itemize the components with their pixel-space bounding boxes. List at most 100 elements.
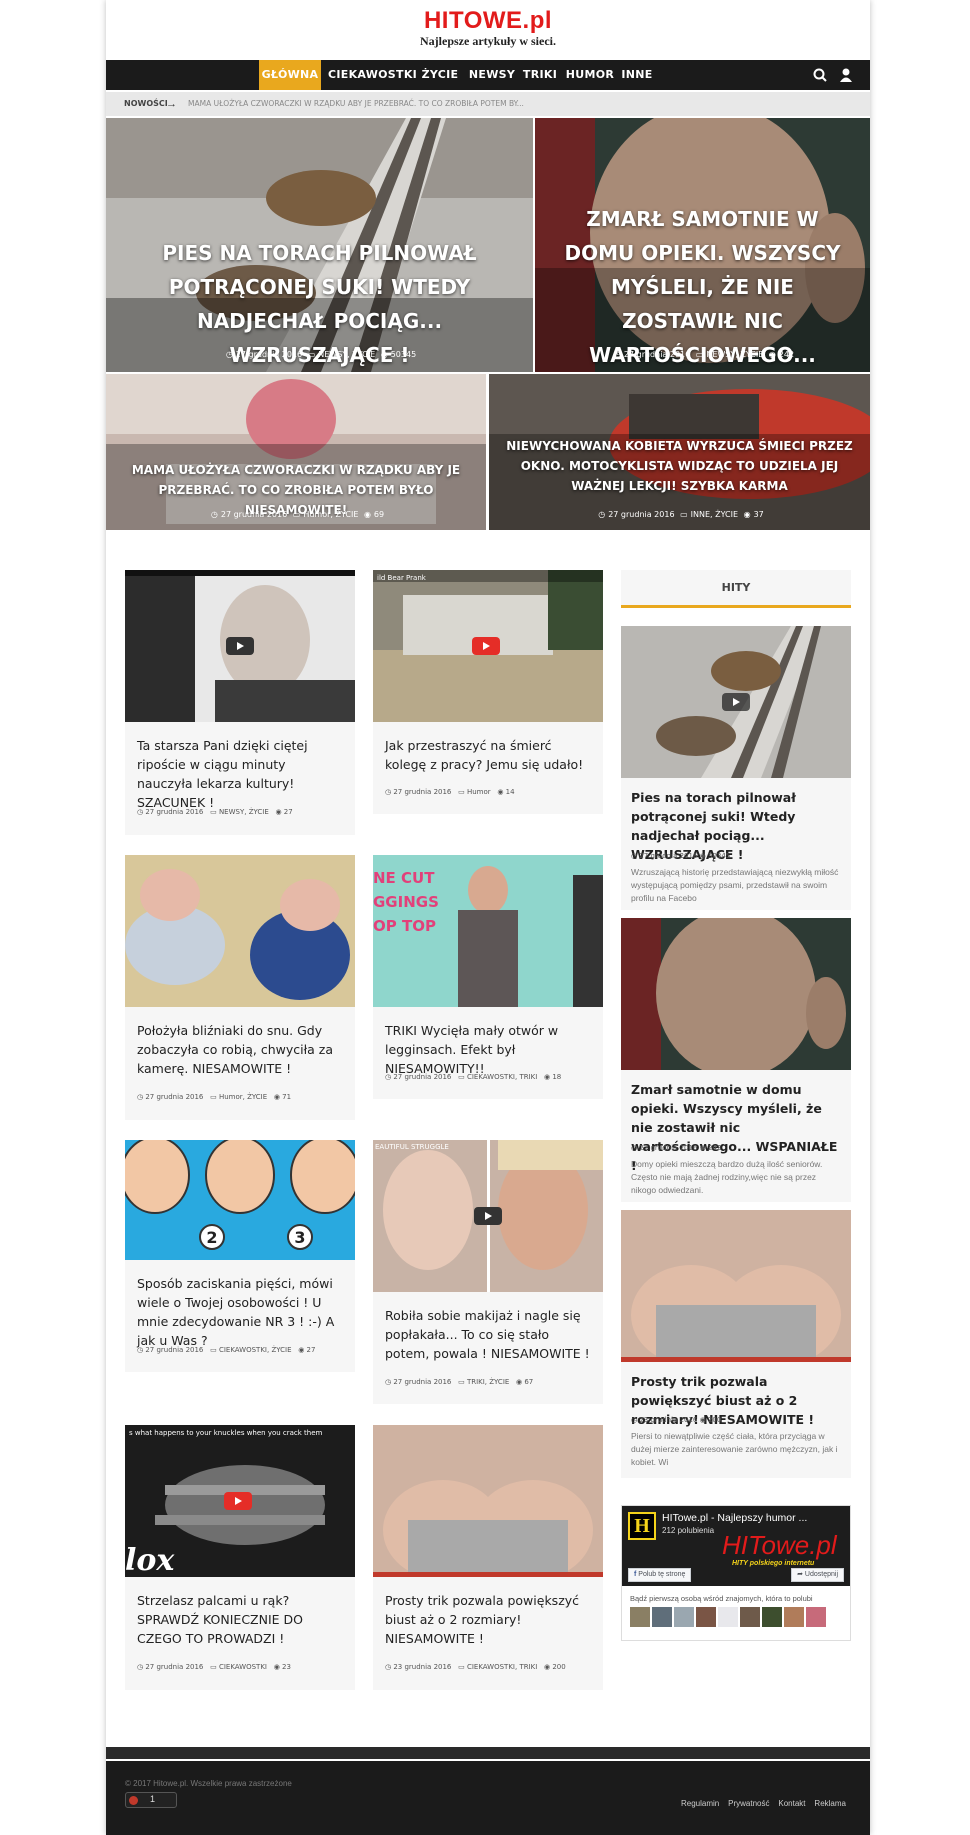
nav-item-humor[interactable]: HUMOR xyxy=(564,60,616,90)
article-categories[interactable]: Humor xyxy=(467,788,491,796)
logo-title[interactable]: HITOWE.pl xyxy=(106,8,870,34)
article-categories[interactable]: CIEKAWOSTKI xyxy=(219,1663,267,1671)
visitor-counter[interactable]: 1 xyxy=(125,1792,177,1808)
nav-item-glowna[interactable]: GŁÓWNA xyxy=(259,60,321,90)
footer-link-regulamin[interactable]: Regulamin xyxy=(681,1799,719,1808)
nav-item-ciekawostki[interactable]: CIEKAWOSTKI xyxy=(328,60,417,90)
hit-views: 200 xyxy=(707,1416,722,1424)
article-card[interactable]: EAUTIFUL STRUGGLE Robiła sobie makijaż i… xyxy=(373,1140,603,1404)
avatar[interactable] xyxy=(718,1607,738,1627)
hit-item[interactable]: Zmarł samotnie w domu opieki. Wszyscy my… xyxy=(621,908,851,1202)
fb-page-avatar[interactable]: H xyxy=(628,1512,656,1540)
hit-item[interactable]: Pies na torach pilnował potrąconej suki!… xyxy=(621,626,851,910)
nav-item-zycie[interactable]: ŻYCIE xyxy=(415,60,465,90)
footer-link-kontakt[interactable]: Kontakt xyxy=(778,1799,805,1808)
user-icon[interactable] xyxy=(838,67,854,83)
youtube-play-icon[interactable] xyxy=(472,637,500,655)
play-icon[interactable] xyxy=(474,1207,502,1225)
page-container: HITOWE.pl Najlepsze artykuły w sieci. GŁ… xyxy=(106,0,870,1835)
hero-categories[interactable]: NEWSY, ŻYCIE xyxy=(318,350,375,359)
article-categories[interactable]: NEWSY, ŻYCIE xyxy=(219,808,269,816)
hero-title[interactable]: NIEWYCHOWANA KOBIETA WYRZUCA ŚMIECI PRZE… xyxy=(499,436,860,496)
article-card[interactable]: 2 3 Sposób zaciskania pięści, mówi wiele… xyxy=(125,1140,355,1372)
hero-title[interactable]: ZMARŁ SAMOTNIE W DOMU OPIEKI. WSZYSCY MY… xyxy=(555,202,850,372)
hero-tile-old-man[interactable]: ZMARŁ SAMOTNIE W DOMU OPIEKI. WSZYSCY MY… xyxy=(535,118,870,372)
hero-categories[interactable]: INNE, ŻYCIE xyxy=(691,510,738,519)
article-card[interactable]: Ta starsza Pani dzięki ciętej ripoście w… xyxy=(125,570,355,835)
hit-item[interactable]: Prosty trik pozwala powiększyć biust aż … xyxy=(621,1210,851,1478)
footer-link-prywatnosc[interactable]: Prywatność xyxy=(728,1799,769,1808)
hero-categories[interactable]: Humor, ŻYCIE xyxy=(303,510,358,519)
fb-share-button[interactable]: ➦ Udostępnij xyxy=(791,1568,844,1582)
avatar[interactable] xyxy=(630,1607,650,1627)
site-logo[interactable]: HITOWE.pl Najlepsze artykuły w sieci. xyxy=(106,8,870,49)
article-title[interactable]: Ta starsza Pani dzięki ciętej ripoście w… xyxy=(137,736,343,812)
hit-views: 50345 xyxy=(707,852,731,860)
hero-tile-car[interactable]: NIEWYCHOWANA KOBIETA WYRZUCA ŚMIECI PRZE… xyxy=(489,374,870,530)
hero-tile-quadruplets[interactable]: MAMA UŁOŻYŁA CZWORACZKI W RZĄDKU ABY JE … xyxy=(106,374,486,530)
hero-meta: ◷ 27 grudnia 2016 ▭ Humor, ŻYCIE ◉ 69 xyxy=(106,510,486,519)
article-categories[interactable]: TRIKI, ŻYCIE xyxy=(467,1378,509,1386)
play-icon[interactable] xyxy=(722,693,750,711)
hit-meta: ◷ 23 grudnia 2016 ◉ 200 xyxy=(631,1416,721,1424)
video-caption: ild Bear Prank xyxy=(377,574,427,582)
article-categories[interactable]: Humor, ŻYCIE xyxy=(219,1093,267,1101)
share-icon: ➦ xyxy=(797,1571,803,1578)
article-categories[interactable]: CIEKAWOSTKI, TRIKI xyxy=(467,1663,537,1671)
avatar[interactable] xyxy=(652,1607,672,1627)
article-title[interactable]: Prosty trik pozwala powiększyć biust aż … xyxy=(385,1591,591,1648)
clock-icon: ◷ xyxy=(225,350,233,359)
nav-item-newsy[interactable]: NEWSY xyxy=(467,60,517,90)
hero-date: 27 grudnia 2016 xyxy=(220,510,288,519)
hit-thumbnail[interactable] xyxy=(621,1210,851,1365)
fb-like-button[interactable]: f Polub tę stronę xyxy=(628,1568,692,1582)
avatar[interactable] xyxy=(674,1607,694,1627)
article-thumbnail[interactable]: NE CUT GGINGS OP TOP xyxy=(373,855,603,1007)
news-ticker: NOWOŚCI → MAMA UŁOŻYŁA CZWORACZKI W RZĄD… xyxy=(106,92,870,116)
youtube-play-icon[interactable] xyxy=(224,1492,252,1510)
article-thumbnail[interactable] xyxy=(125,855,355,1007)
folder-icon: ▭ xyxy=(458,1073,465,1081)
article-title[interactable]: Sposób zaciskania pięści, mówi wiele o T… xyxy=(137,1274,343,1350)
article-card[interactable]: Prosty trik pozwala powiększyć biust aż … xyxy=(373,1425,603,1690)
nav-item-inne[interactable]: INNE xyxy=(618,60,656,90)
article-title[interactable]: Jak przestraszyć na śmierć kolegę z prac… xyxy=(385,736,591,774)
article-card[interactable]: Położyła bliźniaki do snu. Gdy zobaczyła… xyxy=(125,855,355,1120)
hit-thumbnail[interactable] xyxy=(621,908,851,1078)
article-title[interactable]: Położyła bliźniaki do snu. Gdy zobaczyła… xyxy=(137,1021,343,1078)
facebook-widget: H HITowe.pl - Najlepszy humor ... 212 po… xyxy=(621,1505,851,1641)
article-thumbnail[interactable]: 2 3 xyxy=(125,1140,355,1260)
hero-tile-dog[interactable]: PIES NA TORACH PILNOWAŁ POTRĄCONEJ SUKI!… xyxy=(106,118,533,372)
play-icon[interactable] xyxy=(226,637,254,655)
avatar[interactable] xyxy=(740,1607,760,1627)
search-icon[interactable] xyxy=(812,67,828,83)
ticker-headline[interactable]: MAMA UŁOŻYŁA CZWORACZKI W RZĄDKU ABY JE … xyxy=(188,92,524,116)
article-title[interactable]: Strzelasz palcami u rąk? SPRAWDŹ KONIECZ… xyxy=(137,1591,343,1648)
hit-date: 27 grudnia 2016 xyxy=(639,1144,698,1152)
nav-item-triki[interactable]: TRIKI xyxy=(519,60,561,90)
avatar[interactable] xyxy=(762,1607,782,1627)
article-card[interactable]: ild Bear Prank Jak przestraszyć na śmier… xyxy=(373,570,603,814)
article-title[interactable]: Robiła sobie makijaż i nagle się popłaka… xyxy=(385,1306,591,1363)
article-card[interactable]: s what happens to your knuckles when you… xyxy=(125,1425,355,1690)
fb-friend-avatars xyxy=(630,1607,842,1629)
fist-number-2: 2 xyxy=(206,1228,217,1247)
article-categories[interactable]: CIEKAWOSTKI, TRIKI xyxy=(467,1073,537,1081)
eye-icon: ◉ xyxy=(768,350,776,359)
article-categories[interactable]: CIEKAWOSTKI, ŻYCIE xyxy=(219,1346,292,1354)
fb-page-name[interactable]: HITowe.pl - Najlepszy humor ... xyxy=(662,1512,807,1524)
footer-copyright: © 2017 Hitowe.pl. Wszelkie prawa zastrze… xyxy=(125,1779,292,1788)
avatar[interactable] xyxy=(784,1607,804,1627)
article-thumbnail[interactable] xyxy=(373,1425,603,1577)
avatar[interactable] xyxy=(806,1607,826,1627)
article-card[interactable]: NE CUT GGINGS OP TOP TRIKI Wycięła mały … xyxy=(373,855,603,1099)
avatar[interactable] xyxy=(696,1607,716,1627)
clock-icon: ◷ xyxy=(631,1416,638,1424)
footer-link-reklama[interactable]: Reklama xyxy=(814,1799,846,1808)
clock-icon: ◷ xyxy=(137,1093,144,1101)
sidebar-heading: HITY xyxy=(621,570,851,608)
eye-icon: ◉ xyxy=(516,1378,523,1386)
hero-categories[interactable]: NEWSY, ŻYCIE xyxy=(706,350,763,359)
article-title[interactable]: TRIKI Wycięła mały otwór w legginsach. E… xyxy=(385,1021,591,1078)
eye-icon: ◉ xyxy=(699,852,706,860)
